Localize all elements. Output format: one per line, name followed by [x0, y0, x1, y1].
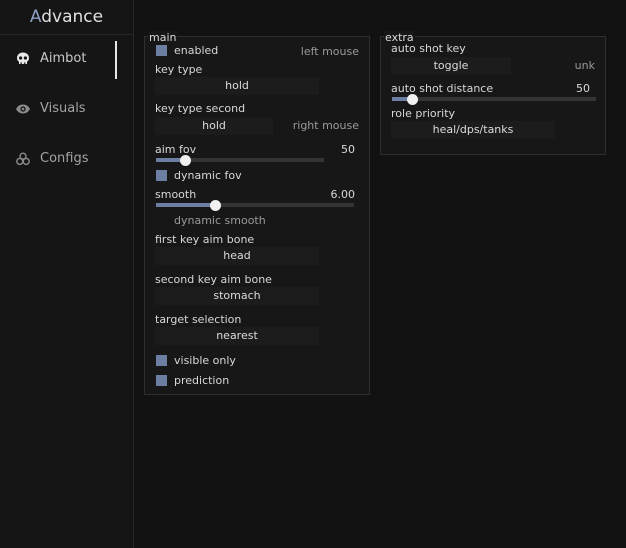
enabled-label: enabled: [174, 44, 219, 57]
sidebar-item-label: Configs: [40, 151, 89, 166]
key-type-select[interactable]: hold: [155, 77, 319, 95]
key-type-second-select[interactable]: hold: [155, 117, 273, 135]
key-type-label: key type: [155, 63, 203, 76]
auto-shot-key-keybind[interactable]: unk: [575, 59, 595, 72]
key-type-second-keybind[interactable]: right mouse: [293, 119, 359, 132]
second-key-aim-bone-label: second key aim bone: [155, 273, 272, 286]
aim-fov-value: 50: [341, 143, 355, 156]
auto-shot-distance-slider[interactable]: [392, 94, 596, 105]
role-priority-select[interactable]: heal/dps/tanks: [391, 121, 555, 139]
app-logo: Advance: [0, 0, 133, 35]
sidebar-item-aimbot[interactable]: Aimbot: [0, 41, 133, 79]
extra-panel: extra auto shot key toggle unk auto shot…: [380, 31, 606, 155]
app-logo-initial: A: [29, 7, 42, 27]
role-priority-label: role priority: [391, 107, 456, 120]
first-key-aim-bone-label: first key aim bone: [155, 233, 255, 246]
slider-knob[interactable]: [180, 155, 191, 166]
sidebar-item-label: Visuals: [40, 101, 86, 116]
active-indicator: [115, 41, 117, 79]
sidebar-item-visuals[interactable]: Visuals: [0, 91, 133, 127]
biohazard-icon: [15, 152, 31, 166]
visible-only-label: visible only: [174, 354, 236, 367]
target-selection-select[interactable]: nearest: [155, 327, 319, 345]
dynamic-smooth-label[interactable]: dynamic smooth: [174, 214, 266, 227]
second-key-aim-bone-select[interactable]: stomach: [155, 287, 319, 305]
slider-knob[interactable]: [210, 200, 221, 211]
visible-only-checkbox[interactable]: [156, 355, 167, 366]
prediction-checkbox[interactable]: [156, 375, 167, 386]
prediction-label: prediction: [174, 374, 230, 387]
main-panel-title: main: [148, 31, 178, 44]
first-key-aim-bone-select[interactable]: head: [155, 247, 319, 265]
skull-icon: [15, 52, 31, 66]
aim-fov-slider[interactable]: [156, 155, 324, 166]
sidebar: Advance Aimbot Visuals Configs: [0, 0, 134, 548]
dynamic-fov-label: dynamic fov: [174, 169, 242, 182]
app-logo-rest: dvance: [41, 7, 104, 27]
slider-knob[interactable]: [407, 94, 418, 105]
key-type-second-label: key type second: [155, 102, 246, 115]
smooth-slider[interactable]: [156, 200, 354, 211]
dynamic-fov-checkbox[interactable]: [156, 170, 167, 181]
sidebar-item-configs[interactable]: Configs: [0, 141, 133, 177]
auto-shot-key-label: auto shot key: [391, 42, 466, 55]
main-panel: main enabled left mouse key type hold ke…: [144, 31, 370, 395]
eye-icon: [15, 102, 31, 116]
slider-fill: [156, 203, 215, 207]
target-selection-label: target selection: [155, 313, 242, 326]
slider-track: [392, 97, 596, 101]
sidebar-item-label: Aimbot: [40, 51, 87, 66]
enabled-checkbox[interactable]: [156, 45, 167, 56]
enabled-keybind[interactable]: left mouse: [301, 45, 359, 58]
auto-shot-key-select[interactable]: toggle: [391, 57, 511, 75]
